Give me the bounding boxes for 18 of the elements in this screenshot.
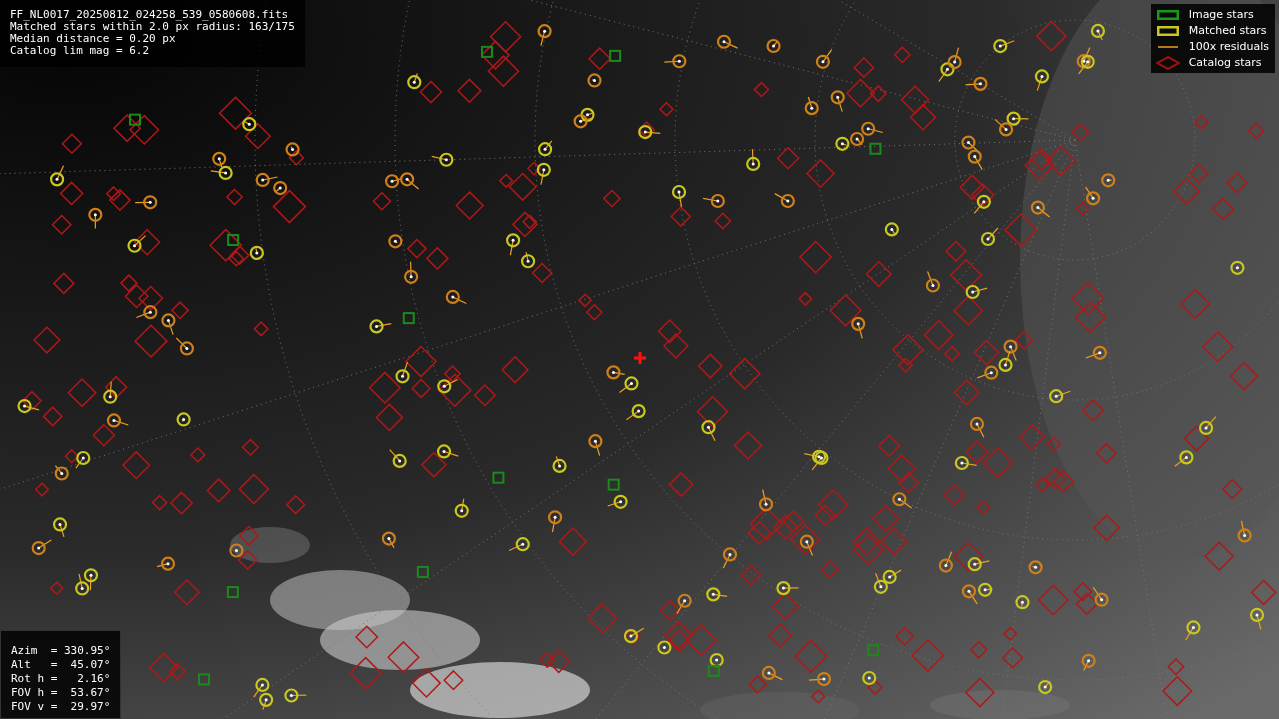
pointing-text: Azim = 330.95° [11,644,111,658]
info-text: Matched stars within 2.0 px radius: 163/175 [10,21,295,33]
pointing-text: Rot h = 2.16° [11,672,111,686]
legend-label: Matched stars [1188,24,1267,37]
residual-line-icon [1157,45,1178,48]
center-cross-icon [632,350,648,366]
info-text: Median distance = 0.20 px [10,33,177,45]
pointing-text: FOV v = 29.97° [11,700,111,714]
matched-star-swatch-icon [1156,25,1179,36]
legend-label: 100x residuals [1188,40,1269,53]
image-star-swatch-icon [1156,9,1179,20]
pointing-text: FOV h = 53.67° [11,686,111,700]
info-text: Catalog lim mag = 6.2 [10,45,151,57]
pointing-text: Alt = 45.07° [11,658,111,672]
legend-label: Image stars [1188,8,1254,21]
legend-label: Catalog stars [1188,56,1262,69]
diamond-icon [1155,55,1180,70]
info-text: FF_NL0017_20250812_024258_539_0580608.fits [10,9,290,21]
